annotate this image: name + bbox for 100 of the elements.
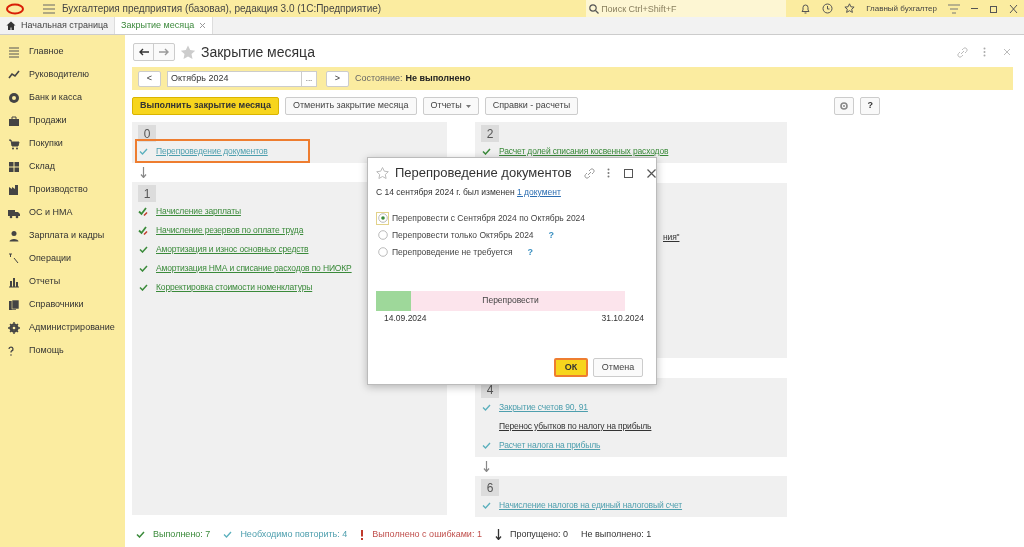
sidebar-item[interactable]: Руководителю (0, 63, 125, 86)
option-label: Перепровести с Сентября 2024 по Октябрь 2024 (392, 211, 586, 225)
timeline-label: Перепровести (482, 294, 539, 308)
trend-icon (8, 68, 20, 81)
gear-icon (8, 321, 20, 334)
check-warning-icon (138, 207, 148, 216)
settings-icon (948, 3, 960, 14)
form-title: Закрытие месяца (201, 42, 315, 62)
step-link[interactable]: Начисление зарплаты (156, 205, 241, 218)
person-icon (8, 229, 20, 242)
next-period-button[interactable]: > (326, 70, 349, 87)
star-icon (844, 3, 856, 14)
document-link[interactable]: 1 документ (517, 187, 561, 197)
settings-button[interactable] (834, 97, 855, 115)
check-icon (481, 404, 491, 411)
books-icon (8, 298, 20, 311)
sidebar-item[interactable]: Склад (0, 155, 125, 178)
down-arrow-icon (494, 529, 502, 541)
more-icon (606, 168, 610, 178)
dialog-button[interactable]: ОК (554, 358, 588, 377)
radio-button[interactable] (376, 211, 389, 225)
sidebar-item[interactable]: Зарплата и кадры (0, 224, 125, 247)
check-icon (138, 284, 148, 291)
search-field[interactable]: Поиск Ctrl+Shift+F (586, 0, 787, 17)
radio-button[interactable] (376, 245, 389, 259)
step-link[interactable]: Начисление резервов по оплате труда (156, 224, 304, 237)
toolbar-button[interactable]: Отчеты (422, 97, 479, 115)
option-label: Перепровести только Октябрь 2024 (392, 228, 534, 242)
end-date: 31.10.2024 (601, 311, 644, 325)
cart-icon (8, 137, 20, 150)
more-icon (983, 47, 986, 57)
step-number: 2 (481, 125, 499, 142)
radio-button[interactable] (376, 228, 389, 242)
maximize-icon (623, 168, 633, 178)
check-icon (136, 531, 145, 539)
step-link[interactable]: Амортизация НМА и списание расходов по НИОКР (156, 262, 352, 275)
check-icon (481, 502, 491, 509)
step-link[interactable]: Расчет долей списания косвенных расходов (499, 145, 669, 158)
step-link[interactable]: Амортизация и износ основных средств (156, 243, 309, 256)
help-button[interactable]: ? (860, 97, 881, 115)
legend-label: Пропущено: 0 (509, 528, 569, 541)
legend-label: Выполнено: 7 (153, 528, 211, 541)
help-mark[interactable]: ? (548, 228, 555, 242)
exclamation-icon (360, 529, 365, 540)
step-link[interactable]: Перенос убытков по налогу на прибыль (499, 420, 652, 433)
sidebar-item[interactable]: Помощь (0, 339, 125, 362)
sidebar-item[interactable]: Справочники (0, 293, 125, 316)
bar-chart-icon (8, 275, 20, 288)
menu-icon (8, 45, 20, 58)
sidebar-item[interactable]: Администрирование (0, 316, 125, 339)
info-text: С 14 сентября 2024 г. был изменен (376, 187, 515, 197)
start-date: 14.09.2024 (384, 311, 427, 325)
check-icon (223, 531, 233, 539)
check-warning-icon (138, 226, 148, 235)
check-icon (138, 246, 148, 253)
bag-icon (8, 114, 20, 127)
close-icon (1003, 48, 1011, 56)
tab[interactable]: Закрытие месяца (115, 17, 214, 34)
menu-icon (43, 3, 55, 14)
app-title: Бухгалтерия предприятия (базовая), редакция 3.0 (1С:Предприятие) (62, 2, 382, 16)
choose-button[interactable]: ... (302, 70, 317, 87)
help-mark[interactable]: ? (527, 245, 533, 259)
search-input[interactable]: Поиск Ctrl+Shift+F (601, 1, 784, 16)
sidebar-item[interactable]: Банк и касса (0, 86, 125, 109)
sidebar-item[interactable]: Операции (0, 247, 125, 270)
step-link[interactable]: Корректировка стоимости номенклатуры (156, 281, 313, 294)
check-icon (138, 265, 148, 272)
sidebar-item[interactable]: Продажи (0, 109, 125, 132)
state-value: Не выполнено (405, 71, 471, 85)
home-icon (6, 21, 16, 30)
toolbar-button[interactable]: Отменить закрытие месяца (284, 97, 417, 115)
close-icon (646, 168, 656, 178)
step-link[interactable]: ния" (663, 231, 680, 244)
forward-arrow-icon (159, 48, 169, 56)
star-icon (180, 44, 196, 60)
coin-icon (8, 91, 20, 104)
sidebar-item[interactable]: Покупки (0, 132, 125, 155)
gear-icon (839, 101, 850, 111)
sidebar-item[interactable]: Производство (0, 178, 125, 201)
caret-icon (465, 104, 471, 108)
legend-label: Необходимо повторить: 4 (240, 528, 348, 541)
legend-label: Выполнено с ошибками: 1 (372, 528, 482, 541)
star-icon (376, 167, 389, 179)
step-number: 1 (138, 185, 156, 202)
sidebar-item[interactable]: ОС и НМА (0, 201, 125, 224)
dialog-button[interactable]: Отмена (593, 358, 643, 377)
previous-period-button[interactable]: < (138, 70, 161, 87)
check-icon (481, 442, 491, 449)
logo-icon (3, 2, 25, 15)
back-arrow-icon (138, 48, 149, 56)
link-icon (583, 167, 595, 179)
period-field[interactable]: Октябрь 2024 (167, 70, 302, 87)
history-icon (822, 3, 834, 14)
toolbar-button[interactable]: Выполнить закрытие месяца (132, 97, 279, 115)
maximize-icon (989, 3, 998, 14)
search-icon (589, 3, 600, 14)
sidebar-item[interactable]: Отчеты (0, 270, 125, 293)
minimize-icon (971, 8, 978, 9)
toolbar-button[interactable]: Справки - расчеты (484, 97, 579, 115)
sidebar-item[interactable]: Главное (0, 40, 125, 63)
